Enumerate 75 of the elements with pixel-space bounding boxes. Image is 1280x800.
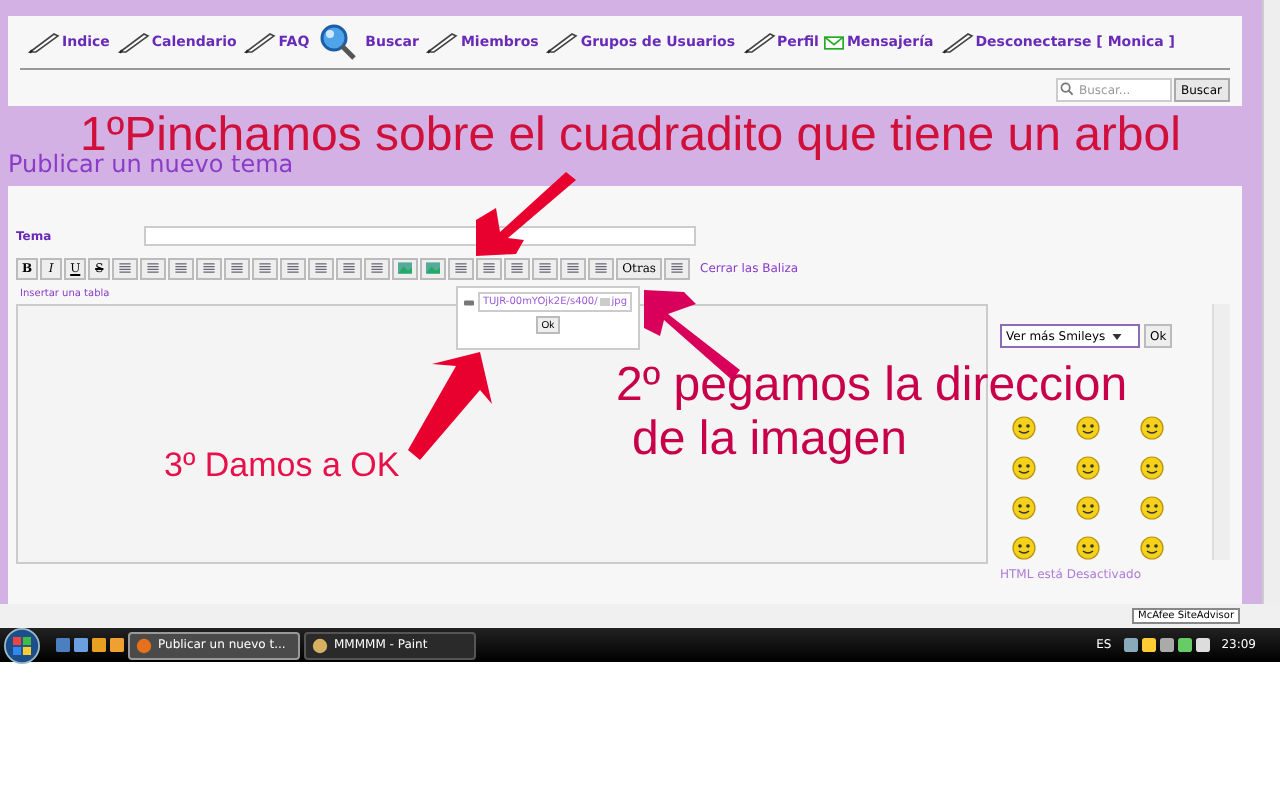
redacted-block — [599, 298, 610, 306]
page-title: Publicar un nuevo tema — [8, 150, 294, 178]
caret-icon — [1111, 333, 1122, 339]
lines-icon — [146, 262, 161, 274]
smiley-icon — [1076, 456, 1100, 480]
toolbar-button[interactable] — [476, 257, 503, 279]
picture-icon — [398, 262, 413, 274]
smiley-icon — [1140, 496, 1164, 520]
envelope-icon — [824, 35, 845, 49]
lines-icon — [510, 262, 525, 274]
lines-icon — [230, 262, 245, 274]
toolbar-button[interactable] — [140, 257, 167, 279]
picture-icon — [426, 262, 441, 274]
toolbar-button[interactable] — [504, 257, 531, 279]
lines-icon — [538, 262, 553, 274]
smiley-icon — [1012, 456, 1036, 480]
toolbar-button[interactable] — [560, 257, 587, 279]
smiley-icon — [1076, 496, 1100, 520]
lines-icon — [594, 262, 609, 274]
lines-icon — [370, 262, 385, 274]
smiley-icon — [1140, 416, 1164, 440]
arrow-drawing — [476, 172, 576, 256]
toolbar-button[interactable] — [364, 257, 391, 279]
arrow-drawing — [408, 352, 492, 460]
lines-icon — [342, 262, 357, 274]
lines-icon — [482, 262, 497, 274]
toolbar-button[interactable] — [336, 257, 363, 279]
toolbar-button[interactable] — [420, 257, 447, 279]
lines-icon — [174, 262, 189, 274]
toolbar-button[interactable] — [112, 257, 139, 279]
smiley-icon — [1012, 536, 1036, 560]
toolbar-button[interactable] — [448, 257, 475, 279]
toolbar-button[interactable] — [308, 257, 335, 279]
lines-icon — [314, 262, 329, 274]
annotation-text: 3º Damos a OK — [164, 448, 400, 482]
magnifier-icon — [317, 22, 358, 62]
toolbar-button[interactable] — [252, 257, 279, 279]
lines-icon — [118, 262, 133, 274]
toolbar-button[interactable] — [532, 257, 559, 279]
annotation-text: de la imagen — [632, 416, 907, 464]
lines-icon — [566, 262, 581, 274]
app-icon — [136, 637, 152, 653]
lines-icon — [202, 262, 217, 274]
lines-icon — [258, 262, 273, 274]
search-icon — [1059, 82, 1073, 96]
app-icon — [312, 637, 328, 653]
toolbar-button[interactable] — [224, 257, 251, 279]
quill-pen-icon — [743, 30, 776, 54]
toolbar-button[interactable] — [168, 257, 195, 279]
lines-icon — [286, 262, 301, 274]
scrollbar[interactable] — [1262, 0, 1280, 604]
smiley-icon — [1012, 496, 1036, 520]
link-icon — [464, 299, 475, 305]
smiley-icon — [1076, 536, 1100, 560]
smiley-icon — [1140, 536, 1164, 560]
toolbar-button[interactable] — [588, 257, 615, 279]
scrollbar[interactable] — [1212, 304, 1230, 560]
quill-pen-icon — [426, 30, 459, 54]
lines-icon — [670, 262, 684, 274]
quill-pen-icon — [117, 30, 150, 54]
annotation-text: 2º pegamos la direccion — [616, 362, 1128, 410]
toolbar-button[interactable] — [664, 257, 690, 279]
toolbar-button[interactable] — [392, 257, 419, 279]
toolbar-button[interactable] — [280, 257, 307, 279]
quill-pen-icon — [546, 30, 579, 54]
quill-pen-icon — [28, 30, 60, 54]
toolbar-button[interactable] — [196, 257, 223, 279]
smiley-icon — [1140, 456, 1164, 480]
lines-icon — [454, 262, 469, 274]
quill-pen-icon — [244, 30, 277, 54]
smiley-icon — [1012, 416, 1036, 440]
quill-pen-icon — [941, 30, 974, 54]
smiley-icon — [1076, 416, 1100, 440]
subject-field[interactable] — [144, 226, 696, 246]
start-orb-icon — [4, 627, 40, 663]
